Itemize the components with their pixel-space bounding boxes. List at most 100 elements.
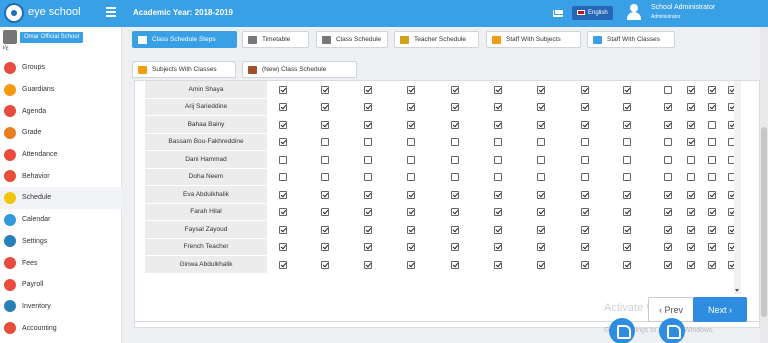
- class-checkbox[interactable]: [407, 190, 415, 199]
- menu-toggle-icon[interactable]: [106, 7, 116, 17]
- class-checkbox[interactable]: [664, 260, 672, 269]
- class-checkbox[interactable]: [623, 138, 631, 146]
- class-checkbox[interactable]: [664, 225, 672, 234]
- class-checkbox[interactable]: [664, 138, 672, 146]
- class-checkbox[interactable]: [537, 173, 545, 181]
- class-checkbox[interactable]: [279, 225, 287, 234]
- user-name[interactable]: School Administrator: [651, 4, 715, 11]
- sidebar-item-settings[interactable]: Settings: [0, 231, 122, 253]
- class-checkbox[interactable]: [623, 85, 631, 94]
- class-checkbox[interactable]: [279, 243, 287, 251]
- class-checkbox[interactable]: [407, 208, 415, 216]
- class-checkbox[interactable]: [407, 138, 415, 146]
- brand-name[interactable]: eye school: [28, 6, 81, 18]
- class-checkbox[interactable]: [708, 155, 716, 164]
- class-checkbox[interactable]: [407, 173, 415, 181]
- class-checkbox[interactable]: [494, 120, 502, 129]
- class-checkbox[interactable]: [664, 243, 672, 251]
- class-checkbox[interactable]: [581, 208, 589, 216]
- class-checkbox[interactable]: [581, 225, 589, 234]
- class-checkbox[interactable]: [708, 208, 716, 216]
- tab-new-class-schedule[interactable]: (New) Class Schedule: [242, 61, 357, 78]
- tab-class-schedule-steps[interactable]: Class Schedule Steps: [132, 31, 237, 48]
- class-checkbox[interactable]: [451, 208, 459, 216]
- thumbs-down-icon[interactable]: [609, 318, 635, 343]
- class-checkbox[interactable]: [364, 85, 372, 94]
- tab-subjects-with-classes[interactable]: Subjects With Classes: [132, 61, 236, 78]
- class-checkbox[interactable]: [321, 103, 329, 111]
- class-checkbox[interactable]: [321, 173, 329, 181]
- sidebar-item-behavior[interactable]: Behavior: [0, 165, 122, 187]
- class-checkbox[interactable]: [708, 225, 716, 234]
- class-checkbox[interactable]: [494, 85, 502, 94]
- tab-timetable[interactable]: Timetable: [242, 31, 309, 48]
- class-checkbox[interactable]: [321, 260, 329, 269]
- page-scrollbar[interactable]: [760, 27, 768, 343]
- class-checkbox[interactable]: [664, 85, 672, 94]
- mail-icon[interactable]: [553, 10, 563, 17]
- class-checkbox[interactable]: [687, 103, 695, 111]
- class-checkbox[interactable]: [364, 155, 372, 164]
- class-checkbox[interactable]: [451, 260, 459, 269]
- next-button[interactable]: Next ›: [693, 297, 747, 322]
- class-checkbox[interactable]: [407, 155, 415, 164]
- class-checkbox[interactable]: [664, 173, 672, 181]
- class-checkbox[interactable]: [451, 225, 459, 234]
- class-checkbox[interactable]: [279, 85, 287, 94]
- sidebar-item-agenda[interactable]: Agenda: [0, 100, 122, 122]
- class-checkbox[interactable]: [581, 173, 589, 181]
- class-checkbox[interactable]: [708, 190, 716, 199]
- class-checkbox[interactable]: [581, 120, 589, 129]
- class-checkbox[interactable]: [407, 103, 415, 111]
- class-checkbox[interactable]: [687, 155, 695, 164]
- class-checkbox[interactable]: [407, 243, 415, 251]
- class-checkbox[interactable]: [537, 208, 545, 216]
- page-scroll-thumb[interactable]: [761, 127, 767, 317]
- sidebar-item-inventory[interactable]: Inventory: [0, 296, 122, 318]
- class-checkbox[interactable]: [407, 260, 415, 269]
- class-checkbox[interactable]: [321, 120, 329, 129]
- class-checkbox[interactable]: [279, 260, 287, 269]
- class-checkbox[interactable]: [494, 208, 502, 216]
- class-checkbox[interactable]: [581, 260, 589, 269]
- class-checkbox[interactable]: [407, 85, 415, 94]
- class-checkbox[interactable]: [581, 103, 589, 111]
- class-checkbox[interactable]: [451, 85, 459, 94]
- class-checkbox[interactable]: [451, 155, 459, 164]
- class-checkbox[interactable]: [664, 103, 672, 111]
- class-checkbox[interactable]: [537, 85, 545, 94]
- class-checkbox[interactable]: [494, 173, 502, 181]
- class-checkbox[interactable]: [581, 85, 589, 94]
- sidebar-item-payroll[interactable]: Payroll: [0, 274, 122, 296]
- sidebar-item-grade[interactable]: Grade: [0, 122, 122, 144]
- class-checkbox[interactable]: [687, 243, 695, 251]
- class-checkbox[interactable]: [664, 155, 672, 164]
- class-checkbox[interactable]: [708, 85, 716, 94]
- class-checkbox[interactable]: [321, 138, 329, 146]
- class-checkbox[interactable]: [537, 138, 545, 146]
- class-checkbox[interactable]: [364, 243, 372, 251]
- class-checkbox[interactable]: [537, 225, 545, 234]
- class-checkbox[interactable]: [687, 190, 695, 199]
- class-checkbox[interactable]: [537, 190, 545, 199]
- class-checkbox[interactable]: [364, 260, 372, 269]
- class-checkbox[interactable]: [321, 208, 329, 216]
- sidebar-item-groups[interactable]: Groups: [0, 57, 122, 79]
- class-checkbox[interactable]: [687, 85, 695, 94]
- class-checkbox[interactable]: [321, 225, 329, 234]
- language-selector[interactable]: English: [572, 6, 613, 20]
- class-checkbox[interactable]: [687, 120, 695, 129]
- eye-school-logo[interactable]: [4, 3, 24, 23]
- class-checkbox[interactable]: [581, 243, 589, 251]
- school-name-badge[interactable]: Omar Official School: [20, 32, 83, 43]
- class-checkbox[interactable]: [537, 155, 545, 164]
- class-checkbox[interactable]: [364, 138, 372, 146]
- class-checkbox[interactable]: [494, 155, 502, 164]
- class-checkbox[interactable]: [279, 155, 287, 164]
- class-checkbox[interactable]: [279, 190, 287, 199]
- class-checkbox[interactable]: [623, 103, 631, 111]
- class-checkbox[interactable]: [364, 208, 372, 216]
- class-checkbox[interactable]: [321, 85, 329, 94]
- class-checkbox[interactable]: [364, 190, 372, 199]
- class-checkbox[interactable]: [494, 190, 502, 199]
